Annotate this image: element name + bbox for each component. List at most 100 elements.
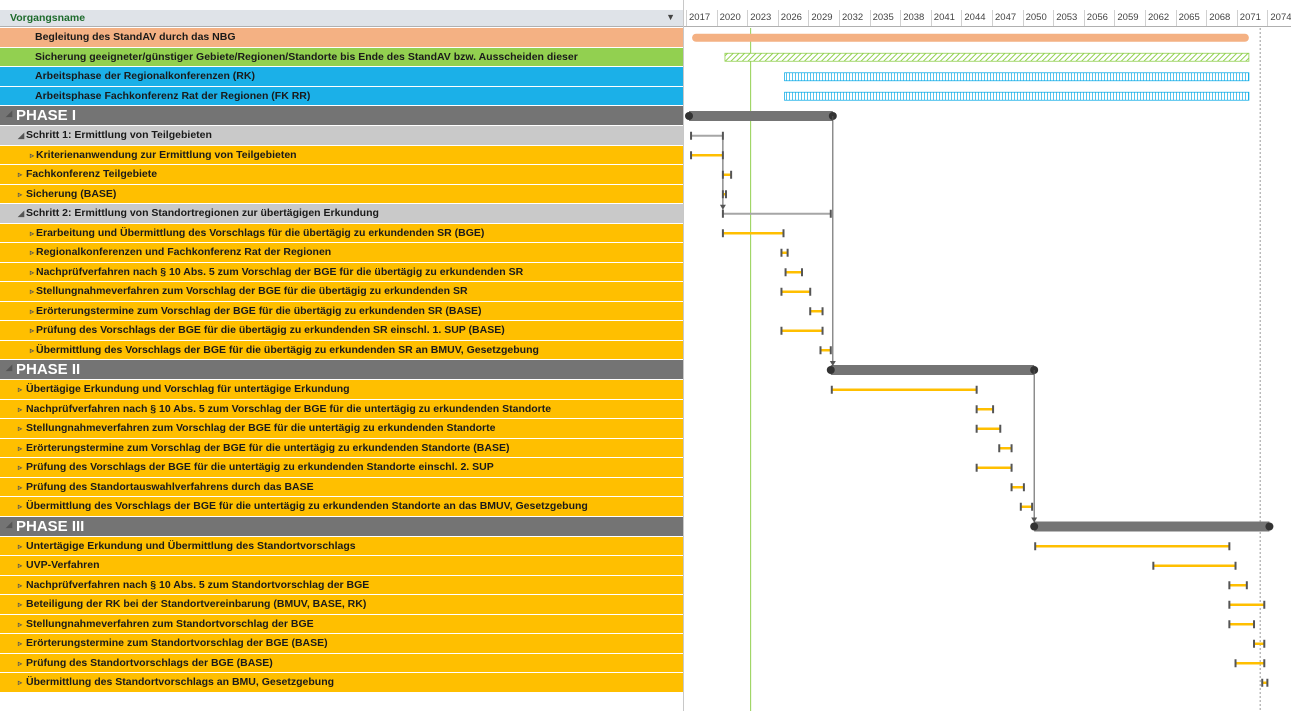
- phase-row[interactable]: ◢ PHASE I: [0, 106, 683, 126]
- phase-row[interactable]: ◢ PHASE II: [0, 360, 683, 380]
- task-name-column: Vorgangsname ▼ Begleitung des StandAV du…: [0, 0, 684, 711]
- task-row[interactable]: ▹ Übermittlung des Vorschlags der BGE für…: [0, 340, 683, 360]
- expand-arrow-icon[interactable]: ▹: [18, 678, 22, 687]
- expand-arrow-icon[interactable]: ▹: [18, 190, 22, 199]
- task-name: Nachprüfverfahren nach § 10 Abs. 5 zum S…: [26, 578, 370, 591]
- expand-arrow-icon[interactable]: ▹: [18, 502, 22, 511]
- collapse-arrow-icon[interactable]: ◢: [18, 131, 24, 140]
- task-name: PHASE II: [16, 361, 81, 378]
- task-row[interactable]: ▹ Erarbeitung und Übermittlung des Vorsch…: [0, 223, 683, 243]
- task-name: Regionalkonferenzen und Fachkonferenz Ra…: [36, 246, 332, 258]
- chevron-down-icon[interactable]: ▼: [666, 12, 675, 22]
- gantt-bar: [724, 52, 1250, 62]
- task-row[interactable]: ▹ Erörterungstermine zum Vorschlag der BG…: [0, 301, 683, 321]
- summary-bar: [1034, 521, 1270, 532]
- expand-arrow-icon[interactable]: ▹: [30, 346, 34, 355]
- collapse-arrow-icon[interactable]: ◢: [6, 520, 12, 529]
- task-row[interactable]: ▹ Beteiligung der RK bei der Standortvere…: [0, 595, 683, 615]
- task-row[interactable]: ▹ Stellungnahmeverfahren zum Vorschlag de…: [0, 282, 683, 302]
- expand-arrow-icon[interactable]: ▹: [18, 600, 22, 609]
- summary-start-marker: [826, 366, 835, 374]
- task-row[interactable]: Arbeitsphase der Regionalkonferenzen (RK…: [0, 67, 683, 87]
- group-row[interactable]: ◢ Schritt 1: Ermittlung von Teilgebieten: [0, 126, 683, 146]
- group-row[interactable]: ◢ Schritt 2: Ermittlung von Standortregio…: [0, 204, 683, 224]
- expand-arrow-icon[interactable]: ▹: [30, 151, 34, 160]
- task-row[interactable]: ▹ Nachprüfverfahren nach § 10 Abs. 5 zum …: [0, 399, 683, 419]
- task-row[interactable]: ▹ Nachprüfverfahren nach § 10 Abs. 5 zum …: [0, 575, 683, 595]
- task-name: Prüfung des Vorschlags der BGE für die u…: [26, 461, 494, 473]
- task-name: Übermittlung des Vorschlags der BGE für …: [36, 343, 539, 356]
- expand-arrow-icon[interactable]: ▹: [18, 463, 22, 472]
- expand-arrow-icon[interactable]: ▹: [30, 307, 34, 316]
- expand-arrow-icon[interactable]: ▹: [30, 248, 34, 257]
- phase-row[interactable]: ◢ PHASE III: [0, 516, 683, 537]
- task-row[interactable]: ▹ Fachkonferenz Teilgebiete: [0, 165, 683, 185]
- task-name: Übermittlung des Standortvorschlags an B…: [26, 676, 335, 688]
- task-row[interactable]: Begleitung des StandAV durch das NBG: [0, 28, 683, 48]
- gantt-bar: [692, 33, 1249, 42]
- task-name: Arbeitsphase der Regionalkonferenzen (RK…: [35, 70, 255, 82]
- gantt-bar: [784, 91, 1250, 101]
- summary-bar: [689, 111, 833, 121]
- expand-arrow-icon[interactable]: ▹: [18, 639, 22, 648]
- summary-bar: [830, 365, 1035, 375]
- task-row[interactable]: ▹ Prüfung des Standortauswahlverfahrens d…: [0, 477, 683, 497]
- task-row[interactable]: Arbeitsphase Fachkonferenz Rat der Regio…: [0, 86, 683, 106]
- task-row[interactable]: ▹ Erörterungstermine zum Vorschlag der BG…: [0, 438, 683, 458]
- expand-arrow-icon[interactable]: ▹: [18, 444, 22, 453]
- task-name: Untertägige Erkundung und Übermittlung d…: [26, 539, 356, 552]
- task-row[interactable]: ▹ Sicherung (BASE): [0, 184, 683, 204]
- task-row[interactable]: ▹ Prüfung des Vorschlags der BGE für die …: [0, 458, 683, 478]
- task-row[interactable]: ▹ Übertägige Erkundung und Vorschlag für …: [0, 380, 683, 400]
- task-name: Arbeitsphase Fachkonferenz Rat der Regio…: [35, 89, 311, 102]
- task-row[interactable]: ▹ Prüfung des Vorschlags der BGE für die …: [0, 321, 683, 341]
- task-row[interactable]: Sicherung geeigneter/günstiger Gebiete/R…: [0, 47, 683, 67]
- expand-arrow-icon[interactable]: ▹: [18, 405, 22, 414]
- expand-arrow-icon[interactable]: ▹: [18, 561, 22, 570]
- summary-end-marker: [1265, 522, 1274, 531]
- gantt-bars: [685, 28, 1274, 711]
- task-name: Beteiligung der RK bei der Standortverei…: [26, 598, 367, 610]
- expand-arrow-icon[interactable]: ▹: [30, 326, 34, 335]
- summary-start-marker: [685, 112, 693, 120]
- task-row[interactable]: ▹ Stellungnahmeverfahren zum Standortvors…: [0, 614, 683, 634]
- task-row[interactable]: ▹ Prüfung des Standortvorschlags der BGE …: [0, 653, 683, 673]
- task-name: Nachprüfverfahren nach § 10 Abs. 5 zum V…: [26, 402, 552, 415]
- task-name: UVP-Verfahren: [26, 559, 100, 571]
- collapse-arrow-icon[interactable]: ◢: [6, 109, 12, 118]
- dependency-arrow: [719, 204, 726, 210]
- task-row[interactable]: ▹ Untertägige Erkundung und Übermittlung …: [0, 536, 683, 556]
- expand-arrow-icon[interactable]: ▹: [18, 581, 22, 590]
- task-row[interactable]: ▹ Erörterungstermine zum Standortvorschla…: [0, 634, 683, 654]
- task-name: Schritt 2: Ermittlung von Standortregion…: [26, 207, 379, 219]
- task-name: Stellungnahmeverfahren zum Vorschlag der…: [36, 285, 468, 297]
- task-row[interactable]: ▹ Stellungnahmeverfahren zum Vorschlag de…: [0, 419, 683, 439]
- task-row[interactable]: ▹ Regionalkonferenzen und Fachkonferenz R…: [0, 243, 683, 263]
- collapse-arrow-icon[interactable]: ◢: [18, 209, 24, 218]
- task-row[interactable]: ▹ Übermittlung des Standortvorschlags an …: [0, 673, 683, 693]
- task-name: Stellungnahmeverfahren zum Vorschlag der…: [26, 422, 496, 434]
- expand-arrow-icon[interactable]: ▹: [18, 424, 22, 433]
- expand-arrow-icon[interactable]: ▹: [18, 483, 22, 492]
- expand-arrow-icon[interactable]: ▹: [18, 659, 22, 668]
- task-row[interactable]: ▹ Kriterienanwendung zur Ermittlung von T…: [0, 145, 683, 165]
- task-name: Prüfung des Standortauswahlverfahrens du…: [26, 480, 314, 493]
- task-row[interactable]: ▹ Übermittlung des Vorschlags der BGE für…: [0, 497, 683, 517]
- task-row[interactable]: ▹ Nachprüfverfahren nach § 10 Abs. 5 zum …: [0, 262, 683, 282]
- expand-arrow-icon[interactable]: ▹: [18, 620, 22, 629]
- expand-arrow-icon[interactable]: ▹: [30, 229, 34, 238]
- task-name: Prüfung des Vorschlags der BGE für die ü…: [36, 324, 505, 336]
- task-name: Prüfung des Standortvorschlags der BGE (…: [26, 656, 273, 669]
- expand-arrow-icon[interactable]: ▹: [18, 170, 22, 179]
- column-header[interactable]: Vorgangsname ▼: [0, 10, 683, 27]
- gantt-chart: 2017 2020 2023 2026 2029 2032 2035 2038 2041 2044…: [684, 0, 1291, 711]
- task-name: Erarbeitung und Übermittlung des Vorschl…: [36, 226, 485, 239]
- collapse-arrow-icon[interactable]: ◢: [6, 363, 12, 372]
- task-name: Erörterungstermine zum Vorschlag der BGE…: [26, 441, 510, 454]
- expand-arrow-icon[interactable]: ▹: [30, 268, 34, 277]
- expand-arrow-icon[interactable]: ▹: [30, 287, 34, 296]
- expand-arrow-icon[interactable]: ▹: [18, 385, 22, 394]
- task-row[interactable]: ▹ UVP-Verfahren: [0, 556, 683, 576]
- expand-arrow-icon[interactable]: ▹: [18, 542, 22, 551]
- column-header-title: Vorgangsname: [10, 12, 86, 24]
